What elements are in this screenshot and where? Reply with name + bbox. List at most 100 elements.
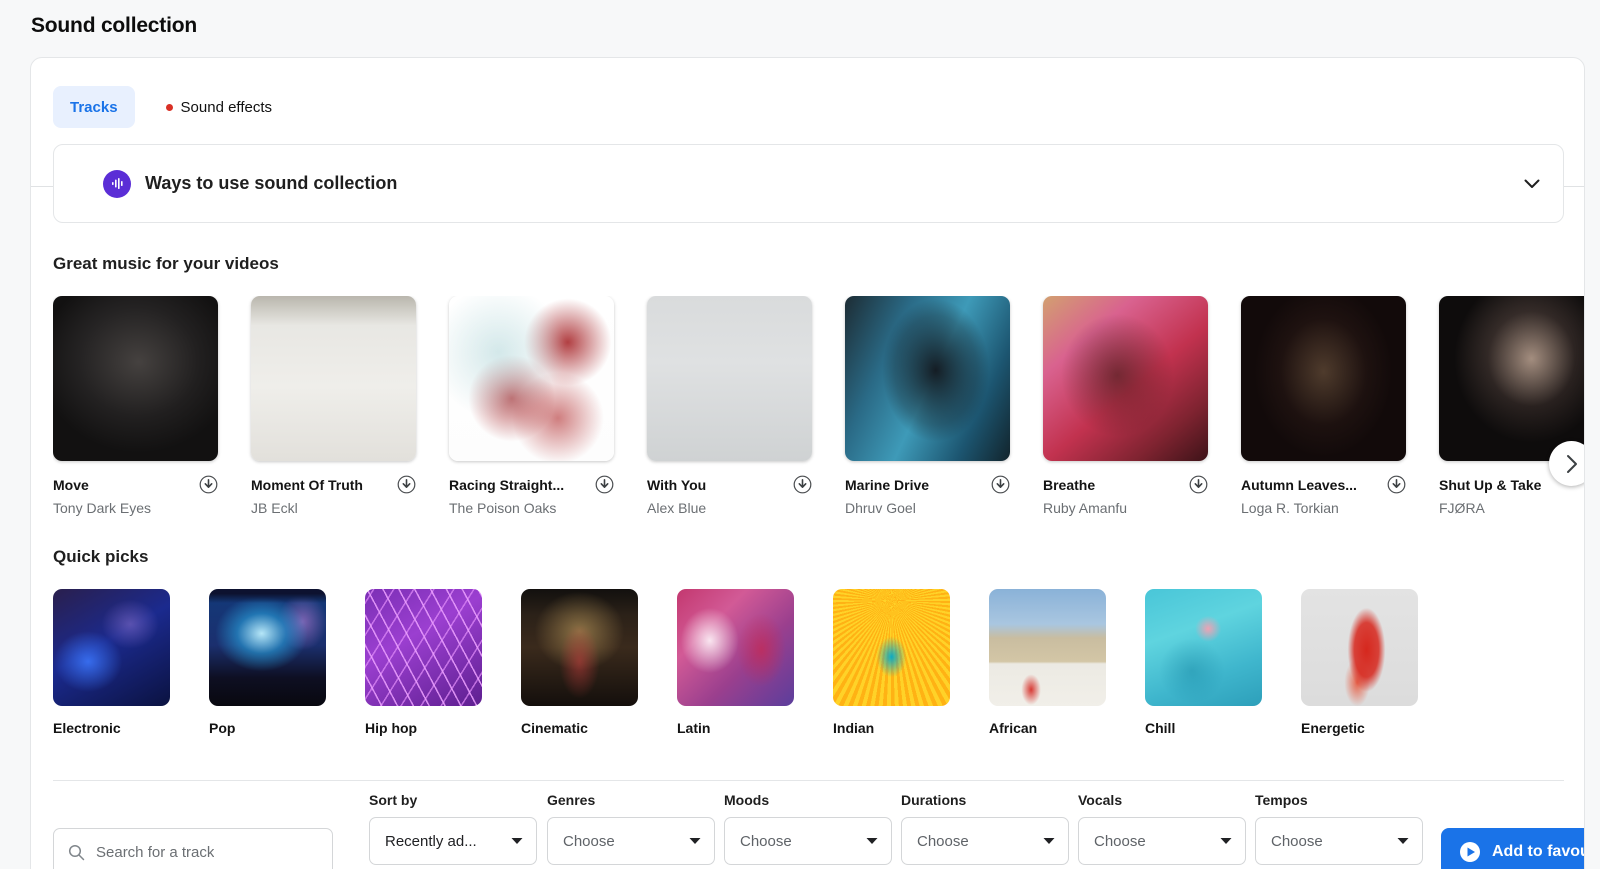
track-artist: Tony Dark Eyes [53,500,152,516]
track-title: Racing Straight... [449,476,565,493]
quick-pick-label: Pop [209,720,236,736]
filter-select[interactable]: Choose [547,817,715,865]
track-card[interactable]: Autumn Leaves... Loga R. Torkian [1241,296,1406,516]
track-artwork[interactable] [647,296,812,461]
new-indicator-dot-icon [165,103,173,111]
track-meta: Autumn Leaves... [1241,475,1406,494]
quick-pick-card[interactable]: Indian [833,589,950,736]
track-title: Autumn Leaves... [1241,476,1357,493]
caret-down-icon[interactable] [1220,832,1232,850]
quick-pick-label: Cinematic [521,720,588,736]
quick-pick-artwork [677,589,794,706]
filter-select[interactable]: Recently ad... [369,817,537,865]
filter-label: Sort by [369,792,418,808]
sound-collection-card: Tracks Sound effects Ways to use sound c… [30,57,1585,869]
download-icon[interactable] [793,475,812,494]
caret-down-icon[interactable] [1043,832,1055,850]
quick-pick-card[interactable]: Pop [209,589,326,736]
tab-sound-effects[interactable]: Sound effects [149,86,289,128]
tracks-section-heading: Great music for your videos [53,254,279,273]
track-card[interactable]: Move Tony Dark Eyes [53,296,218,516]
track-artist: Dhruv Goel [845,500,916,516]
filter-label: Durations [901,792,967,808]
track-title: Move [53,476,89,493]
chevron-down-icon[interactable] [1521,173,1543,195]
filter-bar: Search for a track Add to favourit Sort … [31,792,1584,869]
quick-pick-label: Energetic [1301,720,1365,736]
filter-select-value: Choose [1094,832,1146,850]
add-to-favourites-label: Add to favourit [1492,843,1584,860]
filter-group-durations: Durations Choose [901,792,1069,865]
filter-select-value: Recently ad... [385,832,477,850]
tab-sound-effects-label: Sound effects [180,98,273,116]
track-artist: Alex Blue [647,500,707,516]
quick-pick-card[interactable]: African [989,589,1106,736]
track-artist: JB Eckl [251,500,298,516]
quick-pick-label: Hip hop [365,720,418,736]
track-artwork[interactable] [1439,296,1584,461]
quick-pick-card[interactable]: Latin [677,589,794,736]
quick-pick-card[interactable]: Cinematic [521,589,638,736]
download-icon[interactable] [1189,475,1208,494]
search-input-placeholder: Search for a track [96,843,215,861]
quickpicks-section-heading: Quick picks [53,547,149,566]
track-artwork[interactable] [53,296,218,461]
filter-select[interactable]: Choose [1255,817,1423,865]
track-card[interactable]: Moment Of Truth JB Eckl [251,296,416,516]
quick-pick-artwork [209,589,326,706]
track-artwork[interactable] [845,296,1010,461]
track-meta: Marine Drive [845,475,1010,494]
search-group: Search for a track [53,828,333,869]
track-card[interactable]: Racing Straight... The Poison Oaks [449,296,614,516]
caret-down-icon[interactable] [1397,832,1409,850]
filter-select-value: Choose [917,832,969,850]
filter-select[interactable]: Choose [724,817,892,865]
download-icon[interactable] [595,475,614,494]
play-circle-icon [1460,842,1480,862]
filter-select-value: Choose [563,832,615,850]
track-meta: Racing Straight... [449,475,614,494]
filter-group-genres: Genres Choose [547,792,715,865]
tab-tracks[interactable]: Tracks [53,86,135,128]
tracks-carousel[interactable]: Move Tony Dark Eyes Moment Of Truth JB Eckl… [53,296,1584,522]
track-meta: Moment Of Truth [251,475,416,494]
quick-pick-card[interactable]: Energetic [1301,589,1418,736]
quick-pick-label: Latin [677,720,711,736]
track-artist: Loga R. Torkian [1241,500,1339,516]
filter-group-tempos: Tempos Choose [1255,792,1423,865]
track-artwork[interactable] [1043,296,1208,461]
page-title: Sound collection [31,14,197,37]
filter-label: Genres [547,792,596,808]
search-input[interactable]: Search for a track [53,828,333,869]
caret-down-icon[interactable] [866,832,878,850]
filter-label: Tempos [1255,792,1308,808]
quick-pick-card[interactable]: Chill [1145,589,1262,736]
track-artwork[interactable] [449,296,614,461]
track-artwork[interactable] [251,296,416,461]
quick-pick-artwork [521,589,638,706]
filter-select[interactable]: Choose [901,817,1069,865]
track-card[interactable]: With You Alex Blue [647,296,812,516]
tab-tracks-label: Tracks [70,98,118,116]
quick-pick-card[interactable]: Hip hop [365,589,482,736]
filter-label: Moods [724,792,770,808]
track-artwork[interactable] [1241,296,1406,461]
track-card[interactable]: Marine Drive Dhruv Goel [845,296,1010,516]
quick-pick-card[interactable]: Electronic [53,589,170,736]
filter-select[interactable]: Choose [1078,817,1246,865]
track-artist: The Poison Oaks [449,500,557,516]
download-icon[interactable] [1387,475,1406,494]
search-icon [68,844,85,860]
download-icon[interactable] [991,475,1010,494]
filter-bar-divider [53,780,1564,781]
download-icon[interactable] [199,475,218,494]
caret-down-icon[interactable] [511,832,523,850]
add-to-favourites-button[interactable]: Add to favourit [1441,828,1584,869]
track-card[interactable]: Breathe Ruby Amanfu [1043,296,1208,516]
ways-to-use-banner[interactable]: Ways to use sound collection [53,144,1564,223]
quick-pick-artwork [1301,589,1418,706]
download-icon[interactable] [397,475,416,494]
track-title: Moment Of Truth [251,476,363,493]
caret-down-icon[interactable] [689,832,701,850]
track-meta: With You [647,475,812,494]
